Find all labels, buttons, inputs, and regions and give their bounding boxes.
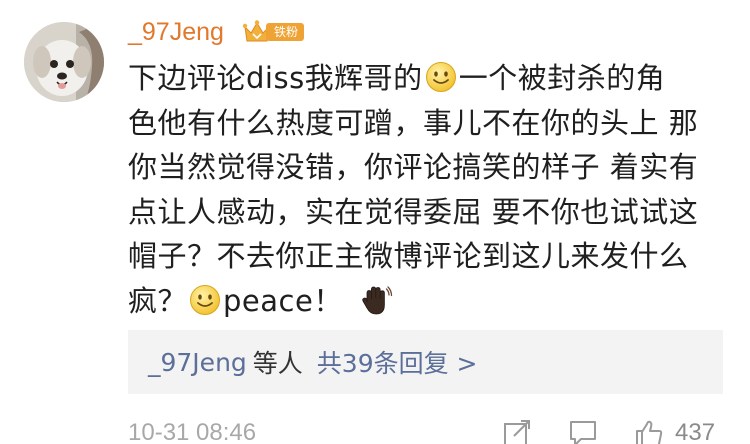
comment-line: 帽子？不去你正主微博评论到这儿来发什么 [128, 239, 689, 273]
like-icon[interactable] [634, 418, 664, 444]
waving-hand-icon [359, 284, 392, 316]
comment-line: 下边评论diss我辉哥的 一个被封杀的角 [128, 56, 728, 101]
comment-item: _97Jeng 铁粉 下边评论diss我辉哥的 一个被封杀的角 色他有什么热度可蹭… [0, 0, 750, 444]
avatar[interactable] [24, 22, 104, 102]
share-icon[interactable] [502, 418, 532, 444]
reply-count-link[interactable]: 共39条回复 > [317, 344, 478, 380]
comment-line: 色他有什么热度可蹭，事儿不在你的头上 那 [128, 105, 699, 140]
comment-line: 点让人感动，实在觉得委屈 要不你也试试这 [128, 194, 699, 229]
fan-badge: 铁粉 [242, 19, 305, 45]
comment-text: 一个被封杀的角 [458, 61, 666, 95]
replies-summary[interactable]: _97Jeng 等人 共39条回复 > [128, 330, 723, 394]
smile-emoji-icon [189, 284, 221, 316]
comment-text: 疯？ [128, 283, 188, 318]
username[interactable]: _97Jeng [128, 14, 224, 50]
like-count: 437 [675, 419, 716, 444]
reply-author-link[interactable]: _97Jeng [148, 348, 247, 377]
comment-timestamp: 10-31 08:46 [128, 419, 257, 444]
comment-text: peace！ [223, 283, 343, 318]
comment-body: 下边评论diss我辉哥的 一个被封杀的角 色他有什么热度可蹭，事儿不在你的头上 那… [128, 56, 728, 323]
comment-text: 下边评论diss我辉哥的 [128, 61, 423, 95]
comment-line: 你当然觉得没错，你评论搞笑的样子 着实有 [128, 150, 699, 184]
reply-others-text: 等人 [252, 349, 303, 378]
smile-emoji-icon [425, 61, 457, 93]
comment-line: 疯？ peace！ [128, 279, 728, 324]
comment-icon[interactable] [568, 418, 598, 444]
fan-badge-label: 铁粉 [266, 23, 305, 41]
